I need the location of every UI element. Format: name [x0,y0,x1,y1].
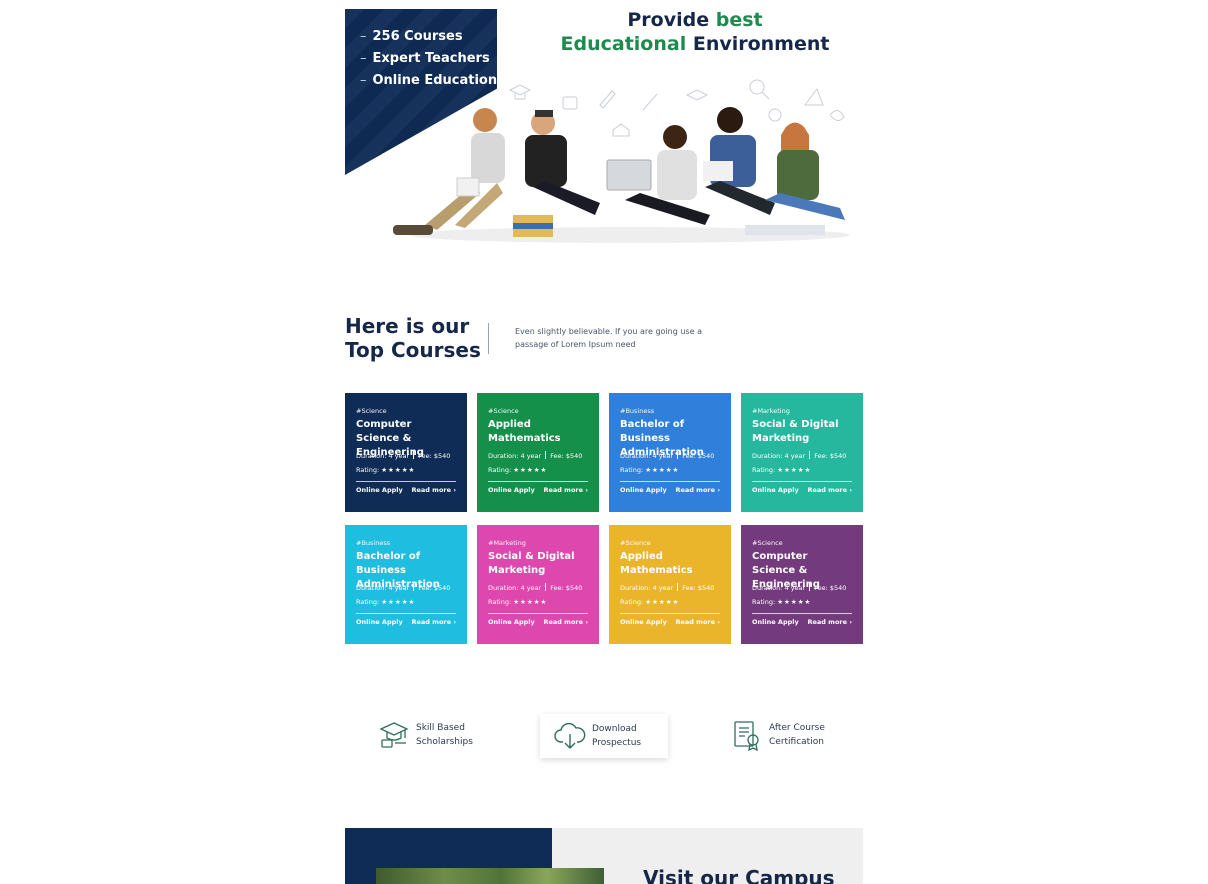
course-tag: #Marketing [488,539,526,547]
student-2 [513,110,600,237]
course-meta: Duration: 4 year Fee: $540 [356,583,451,592]
online-apply-link[interactable]: Online Apply [488,486,535,494]
online-apply-link[interactable]: Online Apply [356,618,403,626]
read-more-link[interactable]: Read more › [411,486,456,494]
chevron-right-icon: › [849,486,852,494]
student-4 [703,107,775,215]
course-card[interactable]: #Marketing Social & Digital Marketing Du… [477,525,599,644]
section-divider [488,323,489,354]
read-more-link[interactable]: Read more › [807,618,852,626]
course-tag: #Business [620,407,655,415]
course-title: Computer Science & Engineering [356,419,424,458]
read-more-link[interactable]: Read more › [411,618,456,626]
course-card[interactable]: #Business Bachelor of Business Administr… [609,393,731,512]
rating-stars-icon: ★★★★★ [645,598,680,606]
course-title: Applied Mathematics [488,419,561,444]
hero-highlights: –256 Courses – Expert Teachers – Online Ed… [360,26,497,92]
course-meta: Duration: 4 year Fee: $540 [620,583,715,592]
online-apply-link[interactable]: Online Apply [620,618,667,626]
course-title: Bachelor of Business Administration [620,419,704,458]
certificate-icon [734,721,759,751]
read-more-link[interactable]: Read more › [543,618,588,626]
students-illustration [393,79,850,243]
student-3 [606,125,710,225]
read-more-link[interactable]: Read more › [675,486,720,494]
read-more-link[interactable]: Read more › [543,486,588,494]
online-apply-link[interactable]: Online Apply [356,486,403,494]
course-tag: #Science [620,539,651,547]
cloud-download-icon [554,722,586,749]
course-card[interactable]: #Business Bachelor of Business Administr… [345,525,467,644]
chevron-right-icon: › [717,618,720,626]
campus-photo [376,868,604,884]
rating-stars-icon: ★★★★★ [513,466,548,474]
feature-certification[interactable]: After Course Certification [731,713,851,757]
course-tag: #Science [356,407,387,415]
read-more-link[interactable]: Read more › [807,486,852,494]
course-meta: Duration: 4 year Fee: $540 [488,451,583,460]
online-apply-link[interactable]: Online Apply [488,618,535,626]
course-title: Social & Digital Marketing [488,551,575,576]
section-title: Here is our Top Courses [345,314,481,362]
chevron-right-icon: › [585,486,588,494]
course-meta: Duration: 4 year Fee: $540 [620,451,715,460]
course-meta: Duration: 4 year Fee: $540 [752,583,847,592]
course-tag: #Science [488,407,519,415]
chevron-right-icon: › [453,618,456,626]
student-5 [745,122,845,235]
chevron-right-icon: › [849,618,852,626]
rating-stars-icon: ★★★★★ [777,466,812,474]
chevron-right-icon: › [585,618,588,626]
student-1 [393,108,505,235]
feature-scholarships[interactable]: Skill Based Scholarships [378,713,498,757]
course-card[interactable]: #Science Computer Science & Engineering … [741,525,863,644]
rating-stars-icon: ★★★★★ [645,466,680,474]
course-title: Social & Digital Marketing [752,419,839,444]
course-rating: Rating: ★★★★★ [752,598,812,606]
course-rating: Rating: ★★★★★ [620,598,680,606]
hero-highlight-item: –256 Courses [360,29,463,44]
course-tag: #Business [356,539,391,547]
feature-prospectus[interactable]: Download Prospectus [540,714,668,758]
course-tag: #Marketing [752,407,790,415]
online-apply-link[interactable]: Online Apply [752,618,799,626]
rating-stars-icon: ★★★★★ [381,466,416,474]
course-meta: Duration: 4 year Fee: $540 [752,451,847,460]
read-more-link[interactable]: Read more › [675,618,720,626]
course-rating: Rating: ★★★★★ [620,466,680,474]
course-title: Computer Science & Engineering [752,551,820,590]
campus-title: Visit our Campus [643,866,835,884]
course-meta: Duration: 4 year Fee: $540 [488,583,583,592]
hero-title: Provide best Educational Environment [560,9,830,55]
graduation-cap-icon [379,722,409,748]
course-card[interactable]: #Science Applied Mathematics Duration: 4… [609,525,731,644]
rating-stars-icon: ★★★★★ [777,598,812,606]
section-subtitle: Even slightly believable. If you are goi… [515,327,702,349]
course-card[interactable]: #Science Computer Science & Engineering … [345,393,467,512]
course-rating: Rating: ★★★★★ [356,598,416,606]
course-rating: Rating: ★★★★★ [488,598,548,606]
chevron-right-icon: › [717,486,720,494]
course-rating: Rating: ★★★★★ [488,466,548,474]
course-rating: Rating: ★★★★★ [752,466,812,474]
course-title: Applied Mathematics [620,551,693,576]
course-card[interactable]: #Marketing Social & Digital Marketing Du… [741,393,863,512]
online-apply-link[interactable]: Online Apply [752,486,799,494]
course-rating: Rating: ★★★★★ [356,466,416,474]
course-tag: #Science [752,539,783,547]
course-title: Bachelor of Business Administration [356,551,440,590]
course-meta: Duration: 4 year Fee: $540 [356,451,451,460]
rating-stars-icon: ★★★★★ [381,598,416,606]
course-card[interactable]: #Science Applied Mathematics Duration: 4… [477,393,599,512]
online-apply-link[interactable]: Online Apply [620,486,667,494]
hero-highlight-item: – Online Education [360,73,498,88]
rating-stars-icon: ★★★★★ [513,598,548,606]
chevron-right-icon: › [453,486,456,494]
hero-highlight-item: – Expert Teachers [360,51,490,66]
